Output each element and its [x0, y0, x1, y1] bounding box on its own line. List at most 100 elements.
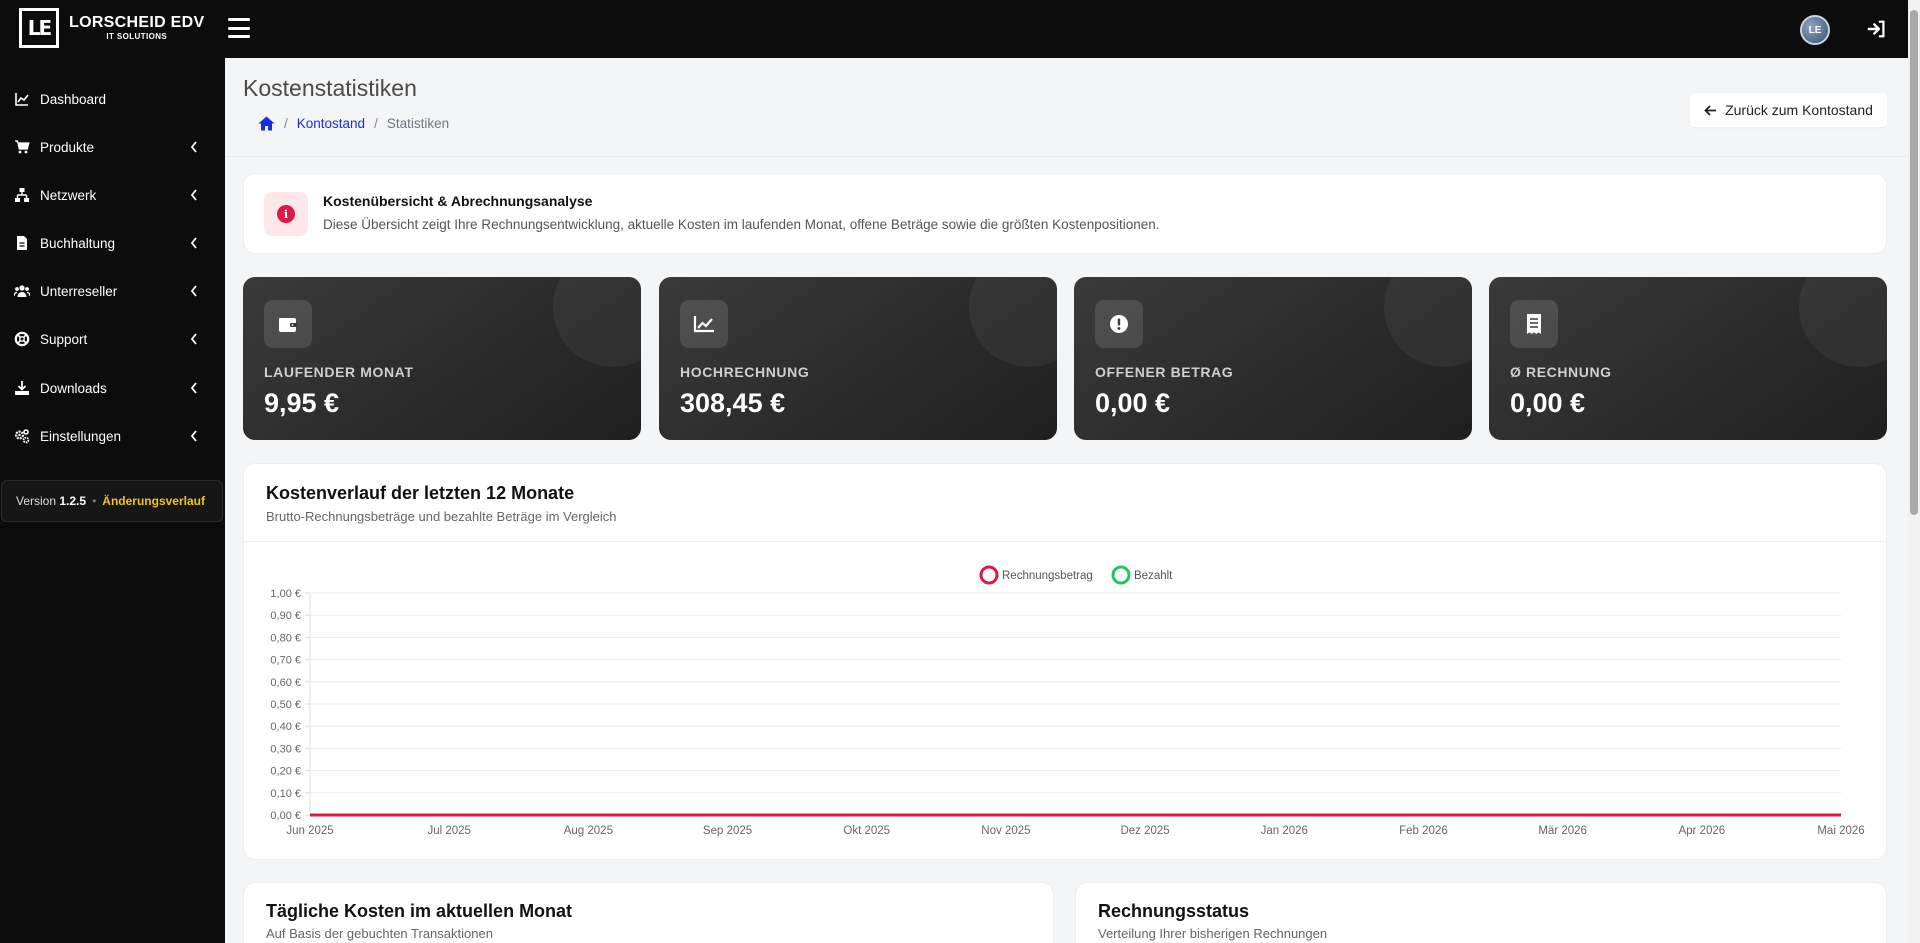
y-tick-label: 0,30 €	[270, 743, 301, 755]
cart-icon	[15, 140, 30, 154]
stat-card-current-month: LAUFENDER MONAT 9,95 €	[243, 277, 641, 440]
stat-value: 0,00 €	[1510, 388, 1586, 418]
invoice-icon	[17, 236, 27, 250]
chevron-left-icon	[190, 333, 197, 345]
y-tick-label: 0,50 €	[270, 699, 301, 711]
cost-history-card: Kostenverlauf der letzten 12 Monate Brut…	[243, 463, 1887, 860]
sidebar-item-label: Produkte	[40, 139, 95, 155]
x-tick-label: Apr 2026	[1678, 825, 1725, 837]
gears-icon	[14, 429, 30, 444]
daily-card-title: Tägliche Kosten im aktuellen Monat	[266, 901, 573, 921]
info-card: i Kostenübersicht & Abrechnungsanalyse D…	[243, 173, 1887, 254]
sidebar-item-downloads[interactable]: Downloads	[0, 368, 225, 408]
chart-card-title: Kostenverlauf der letzten 12 Monate	[266, 483, 575, 503]
chevron-left-icon	[190, 285, 197, 297]
version-box: Version 1.2.5 • Änderungsverlauf	[1, 480, 223, 522]
menu-toggle-icon[interactable]	[228, 18, 250, 38]
sidebar-item-label: Netzwerk	[40, 187, 97, 203]
y-tick-label: 1,00 €	[270, 588, 301, 600]
wallet-icon	[264, 300, 312, 348]
scrollbar-thumb[interactable]	[1910, 10, 1918, 515]
breadcrumb-link-kontostand[interactable]: Kontostand	[297, 116, 365, 131]
x-tick-label: Jul 2025	[427, 825, 470, 837]
home-icon[interactable]	[258, 116, 275, 131]
legend-label: Bezahlt	[1134, 570, 1173, 582]
sidebar-item-buchhaltung[interactable]: Buchhaltung	[0, 223, 225, 263]
stat-value: 0,00 €	[1095, 388, 1171, 418]
sidebar-item-support[interactable]: Support	[0, 319, 225, 359]
network-icon	[15, 188, 29, 202]
x-tick-label: Feb 2026	[1399, 825, 1448, 837]
decor-circle	[1799, 277, 1887, 367]
chart-line-icon	[15, 93, 29, 106]
back-to-account-button[interactable]: Zurück zum Kontostand	[1690, 93, 1887, 127]
info-icon: i	[277, 205, 295, 223]
header-divider	[225, 156, 1908, 157]
breadcrumb-current: Statistiken	[386, 116, 450, 131]
info-icon-wrap: i	[264, 192, 308, 236]
stat-label: Ø RECHNUNG	[1510, 364, 1612, 380]
decor-circle	[969, 277, 1057, 367]
chevron-left-icon	[190, 430, 197, 442]
daily-costs-card: Tägliche Kosten im aktuellen Monat Auf B…	[243, 882, 1054, 943]
stat-card-forecast: HOCHRECHNUNG 308,45 €	[659, 277, 1057, 440]
top-navbar: LE LORSCHEID EDV IT SOLUTIONS LE	[0, 0, 1908, 58]
breadcrumb: / Kontostand / Statistiken	[258, 116, 449, 131]
x-tick-label: Dez 2025	[1120, 825, 1169, 837]
cost-history-chart: 0,00 € 0,10 € 0,20 € 0,30 € 0,40 € 0,50 € 0,60…	[270, 565, 1865, 837]
sidebar-item-einstellungen[interactable]: Einstellungen	[0, 416, 225, 456]
version-prefix: Version	[16, 494, 57, 508]
info-text: Diese Übersicht zeigt Ihre Rechnungsentw…	[323, 217, 1160, 232]
decor-circle	[553, 277, 641, 367]
brand-logo[interactable]: LE LORSCHEID EDV IT SOLUTIONS	[19, 8, 209, 48]
status-card-title: Rechnungsstatus	[1098, 901, 1250, 921]
x-tick-label: Nov 2025	[981, 825, 1030, 837]
version-number: 1.2.5	[59, 494, 87, 508]
chevron-left-icon	[190, 141, 197, 153]
logout-icon[interactable]	[1866, 18, 1888, 40]
page-title: Kostenstatistiken	[243, 75, 417, 101]
x-tick-label: Okt 2025	[843, 825, 890, 837]
x-tick-label: Mai 2026	[1817, 825, 1864, 837]
y-tick-label: 0,20 €	[270, 766, 301, 778]
page-scrollbar[interactable]	[1908, 0, 1920, 943]
sidebar-item-label: Downloads	[40, 380, 107, 396]
alert-icon	[1095, 300, 1143, 348]
trend-icon	[680, 300, 728, 348]
logo-mark: LE	[19, 8, 59, 48]
status-card-subtitle: Verteilung Ihrer bisherigen Rechnungen	[1098, 926, 1328, 941]
x-tick-label: Aug 2025	[564, 825, 613, 837]
stat-card-avg-invoice: Ø RECHNUNG 0,00 €	[1489, 277, 1887, 440]
download-icon	[15, 381, 29, 395]
version-separator: •	[92, 494, 97, 508]
x-tick-label: Jan 2026	[1261, 825, 1308, 837]
info-title: Kostenübersicht & Abrechnungsanalyse	[323, 193, 593, 209]
daily-card-subtitle: Auf Basis der gebuchten Transaktionen	[266, 926, 493, 941]
sidebar-item-unterreseller[interactable]: Unterreseller	[0, 271, 225, 311]
changelog-link[interactable]: Änderungsverlauf	[102, 494, 205, 508]
stat-label: OFFENER BETRAG	[1095, 364, 1234, 380]
chevron-left-icon	[190, 382, 197, 394]
avatar[interactable]: LE	[1800, 15, 1830, 45]
legend-marker	[1111, 565, 1131, 585]
sidebar-item-label: Einstellungen	[40, 428, 122, 444]
sidebar-item-produkte[interactable]: Produkte	[0, 127, 225, 167]
sidebar: Dashboard Produkte Netzwerk Buchhaltung …	[0, 58, 225, 943]
y-tick-label: 0,80 €	[270, 632, 301, 644]
brand-sub: IT SOLUTIONS	[106, 32, 168, 41]
stat-value: 9,95 €	[264, 388, 340, 418]
arrow-left-icon	[1704, 104, 1717, 116]
sidebar-item-dashboard[interactable]: Dashboard	[0, 79, 225, 119]
decor-circle	[1384, 277, 1472, 367]
x-tick-label: Mär 2026	[1538, 825, 1587, 837]
chart-card-subtitle: Brutto-Rechnungsbeträge und bezahlte Bet…	[266, 509, 617, 524]
stat-label: LAUFENDER MONAT	[264, 364, 414, 380]
y-tick-label: 0,40 €	[270, 721, 301, 733]
sidebar-item-label: Unterreseller	[40, 283, 118, 299]
sidebar-item-netzwerk[interactable]: Netzwerk	[0, 175, 225, 215]
users-icon	[14, 285, 30, 297]
y-tick-label: 0,00 €	[270, 810, 301, 822]
back-button-label: Zurück zum Kontostand	[1725, 102, 1873, 118]
x-tick-label: Sep 2025	[703, 825, 752, 837]
legend-label: Rechnungsbetrag	[1002, 570, 1093, 582]
